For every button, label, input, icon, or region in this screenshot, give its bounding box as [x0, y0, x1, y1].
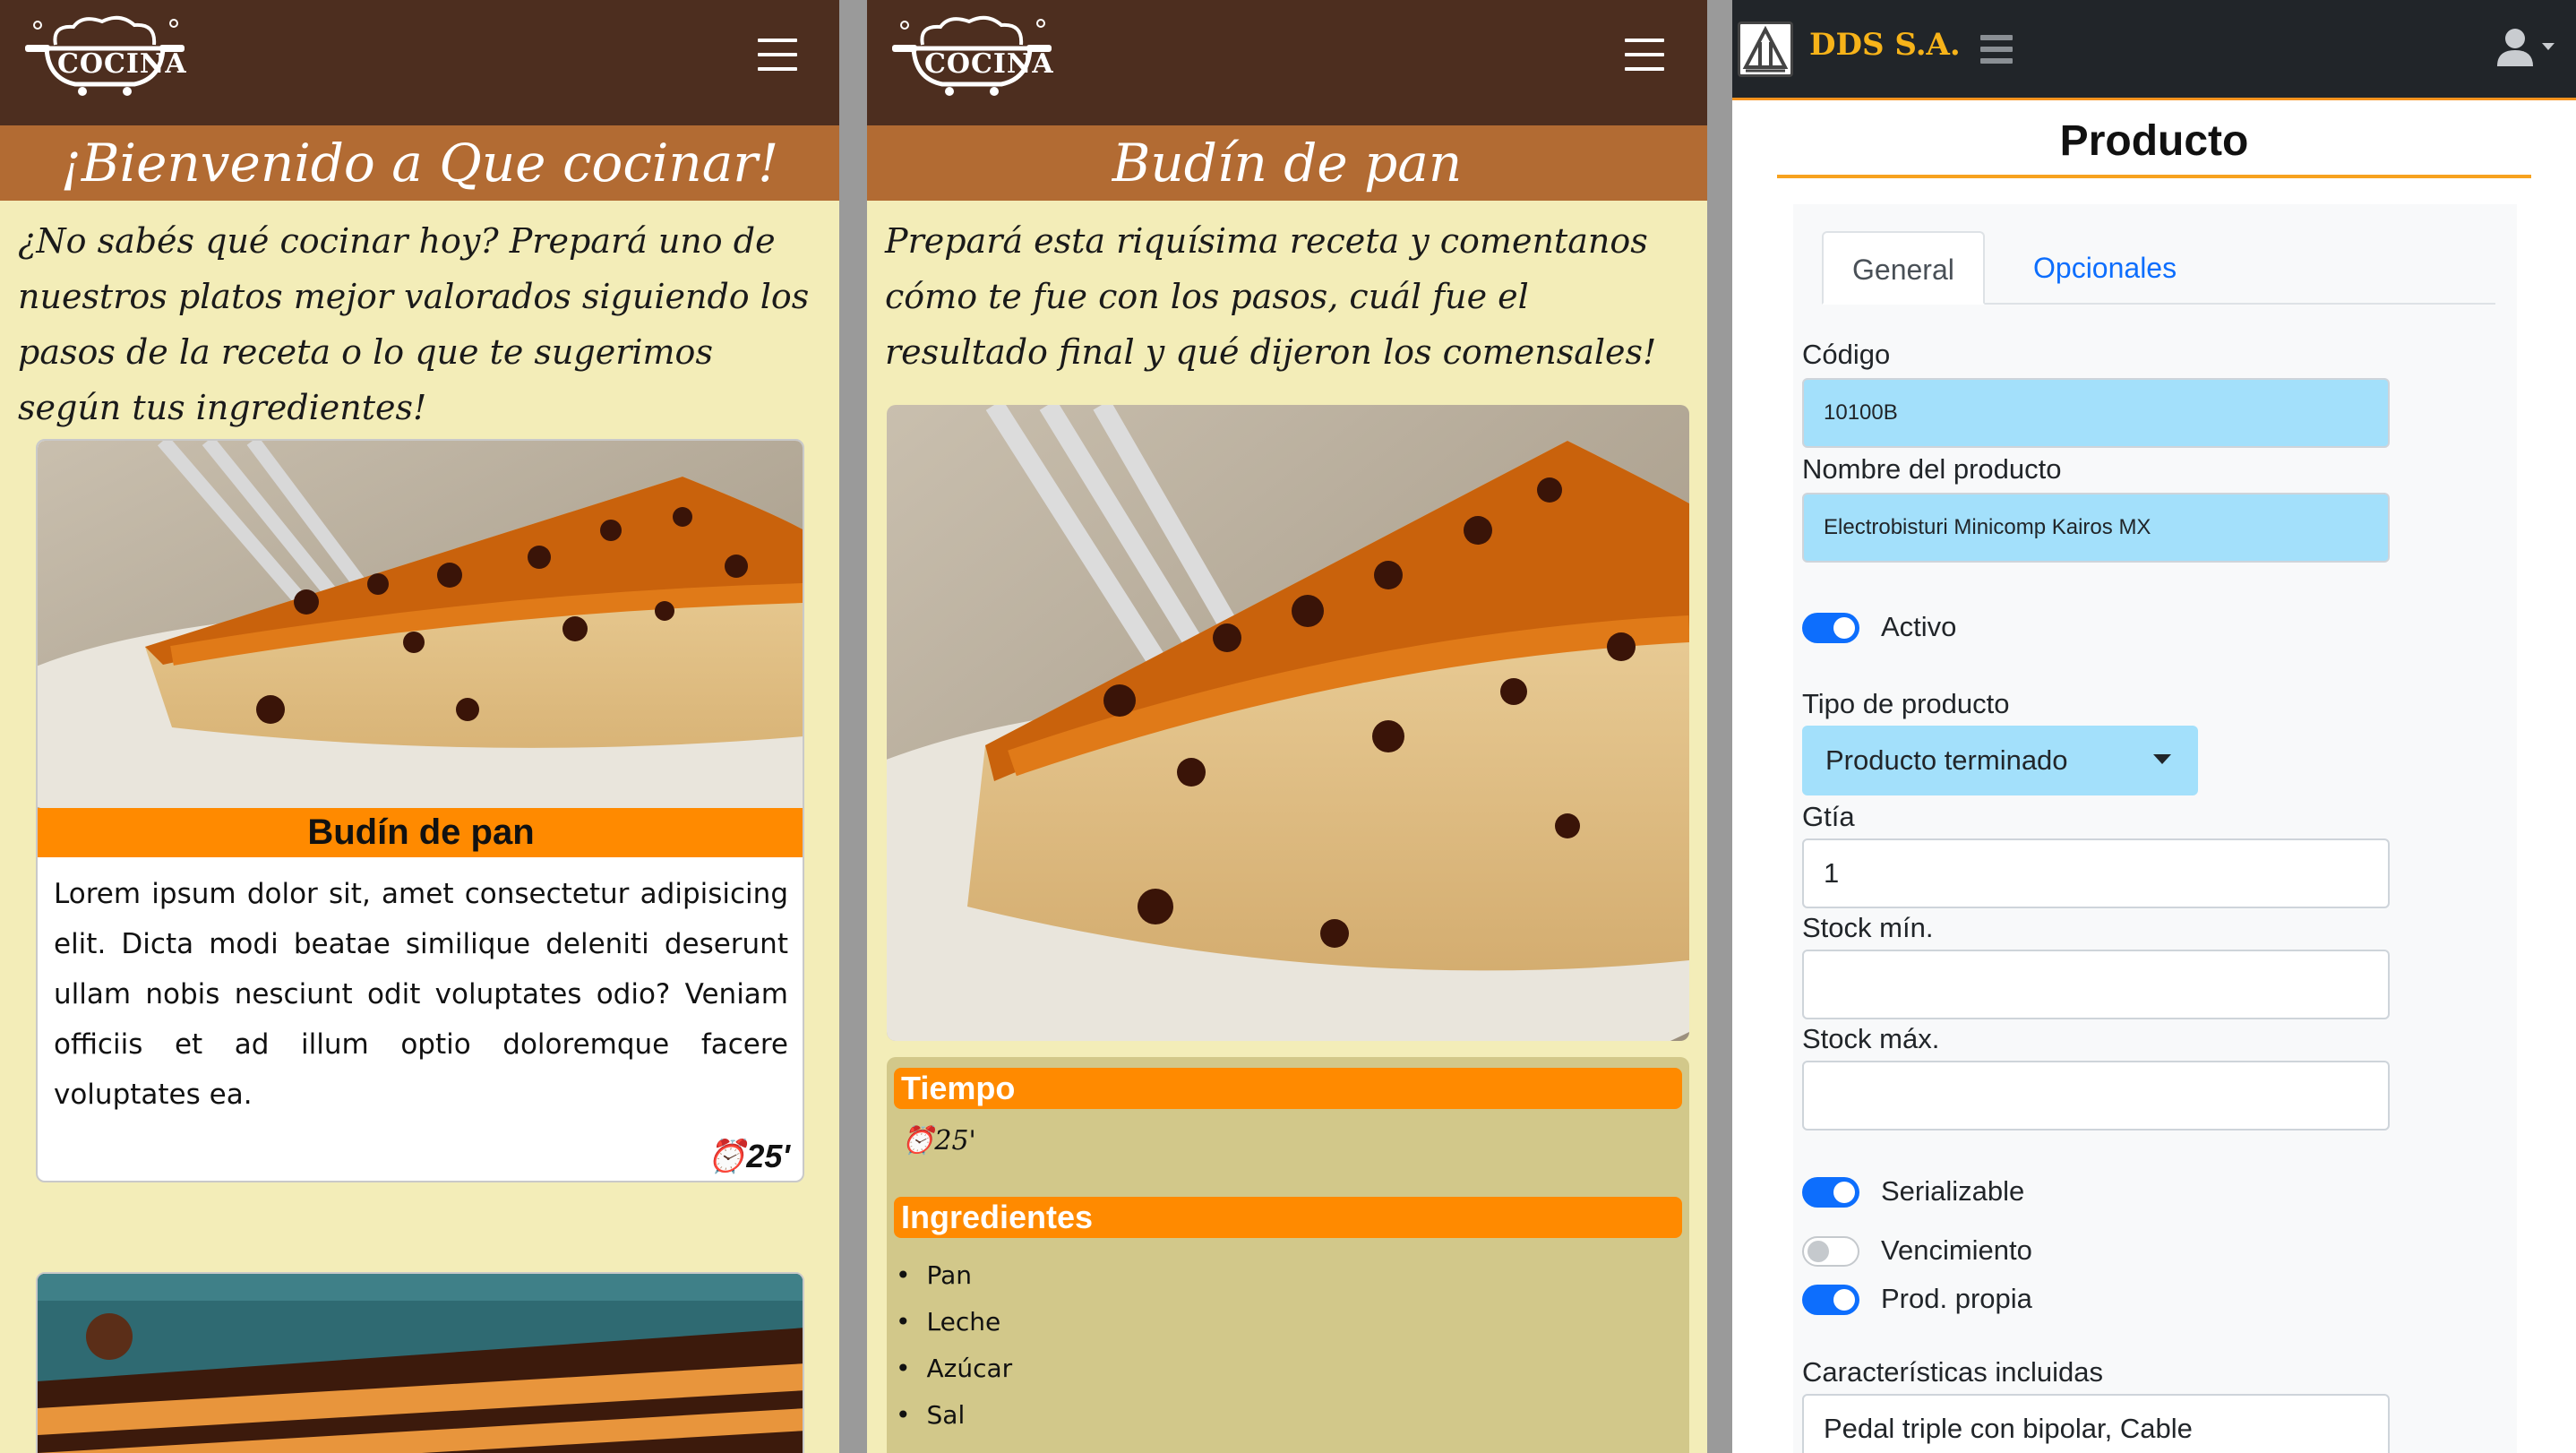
recipe-time: ⏰25' — [901, 1125, 976, 1156]
tipo-select[interactable]: Producto terminado — [1802, 726, 2198, 795]
card-time-value: 25' — [746, 1138, 790, 1174]
vencimiento-toggle[interactable] — [1802, 1236, 1859, 1267]
chevron-down-icon — [2542, 43, 2555, 50]
site-header: COCINA — [0, 0, 839, 125]
chocolate-cake-image — [38, 1274, 803, 1453]
recipe-card[interactable]: Budín de pan Lorem ipsum dolor sit, amet… — [36, 439, 804, 1182]
user-menu[interactable] — [2495, 27, 2558, 68]
alarm-clock-icon: ⏰ — [901, 1125, 935, 1156]
stock-min-field[interactable] — [1802, 950, 2390, 1019]
codigo-label: Código — [1802, 339, 1891, 370]
time-section-header: Tiempo — [894, 1068, 1682, 1109]
card-time: ⏰25' — [707, 1138, 790, 1175]
site-header: COCINA — [867, 0, 1707, 125]
recipe-home-panel: COCINA ¡Bienvenido a Que cocinar! ¿No sa… — [0, 0, 839, 1453]
codigo-field[interactable]: 10100B — [1802, 378, 2390, 448]
recipe-card-chocolate[interactable] — [36, 1272, 804, 1453]
gtia-field[interactable]: 1 — [1802, 838, 2390, 908]
tab-opcionales[interactable]: Opcionales — [2005, 231, 2205, 305]
form-tabs: General Opcionales — [1822, 231, 2495, 305]
list-item: Pan — [896, 1252, 1012, 1299]
list-item: Sal — [896, 1392, 1012, 1439]
brand-name[interactable]: DDS S.A. — [1809, 27, 1961, 63]
nombre-label: Nombre del producto — [1802, 453, 2062, 485]
serializable-label: Serializable — [1881, 1175, 2025, 1207]
tipo-selected: Producto terminado — [1825, 744, 2068, 776]
vencimiento-label: Vencimiento — [1881, 1234, 2032, 1266]
sidebar-toggle-icon[interactable] — [1980, 35, 2013, 70]
gtia-label: Gtía — [1802, 801, 1855, 832]
admin-navbar: DDS S.A. — [1732, 0, 2576, 100]
tab-general[interactable]: General — [1822, 231, 1985, 305]
caret-down-icon — [2153, 754, 2171, 764]
card-description: Lorem ipsum dolor sit, amet consectetur … — [54, 878, 788, 1111]
bread-pudding-image — [38, 441, 803, 808]
company-logo-icon[interactable] — [1738, 21, 1793, 77]
hamburger-menu-icon[interactable] — [758, 39, 797, 71]
hamburger-menu-icon[interactable] — [1625, 39, 1664, 71]
logo-text: COCINA — [57, 48, 187, 80]
alarm-clock-icon: ⏰ — [706, 1138, 747, 1174]
serializable-toggle[interactable] — [1802, 1177, 1859, 1208]
recipe-detail-panel: COCINA Budín de pan Prepará esta riquísi… — [867, 0, 1707, 1453]
tipo-label: Tipo de producto — [1802, 688, 2010, 719]
stock-max-label: Stock máx. — [1802, 1023, 1940, 1054]
budin-photo — [38, 441, 803, 808]
list-item: Leche — [896, 1299, 1012, 1346]
intro-text: ¿No sabés qué cocinar hoy? Prepará uno d… — [18, 221, 810, 427]
card-title: Budín de pan — [38, 808, 803, 857]
stock-max-field[interactable] — [1802, 1061, 2390, 1131]
prod-propia-toggle[interactable] — [1802, 1285, 1859, 1315]
window-divider — [1707, 0, 1732, 1453]
recipe-info-box: Tiempo ⏰25' Ingredientes Pan Leche Azúca… — [887, 1057, 1689, 1453]
ingredients-list: Pan Leche Azúcar Sal — [896, 1252, 1013, 1439]
list-item: Azúcar — [896, 1346, 1013, 1392]
admin-product-panel: DDS S.A. Producto General Opcionales Cód… — [1732, 0, 2576, 1453]
page-title: Producto — [1777, 116, 2531, 178]
logo-text: COCINA — [924, 48, 1054, 80]
recipe-title: Budín de pan — [867, 125, 1707, 201]
page-title: ¡Bienvenido a Que cocinar! — [0, 125, 839, 201]
activo-toggle[interactable] — [1802, 613, 1859, 643]
caracteristicas-field[interactable]: Pedal triple con bipolar, Cable — [1802, 1394, 2390, 1453]
nombre-field[interactable]: Electrobisturi Minicomp Kairos MX — [1802, 493, 2390, 563]
recipe-intro: Prepará esta riquísima receta y comentan… — [885, 221, 1657, 372]
window-divider — [839, 0, 867, 1453]
stock-min-label: Stock mín. — [1802, 912, 1934, 943]
recipe-photo — [887, 405, 1689, 1041]
caracteristicas-label: Características incluidas — [1802, 1356, 2103, 1388]
prod-propia-label: Prod. propia — [1881, 1283, 2032, 1314]
bread-pudding-image — [887, 405, 1689, 1041]
user-icon — [2497, 29, 2555, 66]
activo-label: Activo — [1881, 611, 1957, 642]
ingredients-section-header: Ingredientes — [894, 1197, 1682, 1238]
recipe-time-value: 25' — [934, 1125, 976, 1156]
